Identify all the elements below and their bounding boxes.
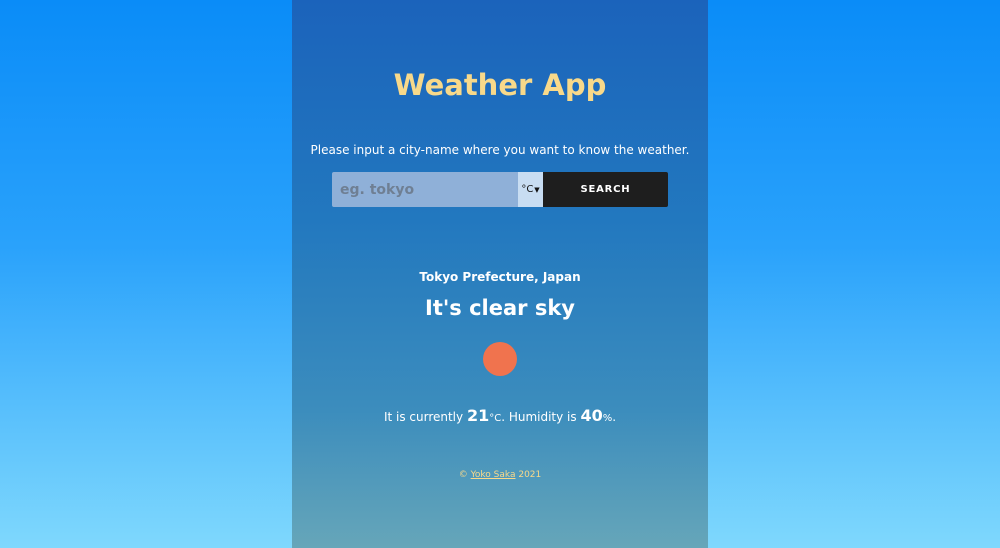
unit-select[interactable]: °C ▼ xyxy=(518,172,543,207)
reading-prefix: It is currently xyxy=(383,410,467,424)
weather-reading: It is currently 21°C. Humidity is 40%. xyxy=(292,406,708,425)
author-link[interactable]: Yoko Saka xyxy=(471,470,516,480)
weather-condition: It's clear sky xyxy=(425,296,575,320)
chevron-down-icon: ▼ xyxy=(534,185,540,194)
footer: © Yoko Saka 2021 xyxy=(292,470,708,480)
humidity-value: 40 xyxy=(580,406,603,425)
city-input[interactable] xyxy=(332,172,518,207)
sun-icon xyxy=(483,342,517,376)
search-form: °C▼ SEARCH xyxy=(332,172,668,207)
footer-year: 2021 xyxy=(515,470,542,480)
humidity-text: . Humidity is xyxy=(501,410,581,424)
search-prompt: Please input a city-name where you want … xyxy=(310,143,690,157)
app-title: Weather App xyxy=(393,68,607,102)
humidity-unit: % xyxy=(602,413,613,424)
temperature-unit: °C xyxy=(489,413,502,424)
reading-suffix: . xyxy=(612,410,617,424)
temperature-value: 21 xyxy=(466,406,490,425)
location-label: Tokyo Prefecture, Japan xyxy=(419,270,581,284)
footer-copyright: © xyxy=(458,470,471,480)
weather-panel: Weather App Please input a city-name whe… xyxy=(292,0,708,548)
search-button[interactable]: SEARCH xyxy=(543,172,668,207)
unit-select-value: °C xyxy=(521,184,534,195)
